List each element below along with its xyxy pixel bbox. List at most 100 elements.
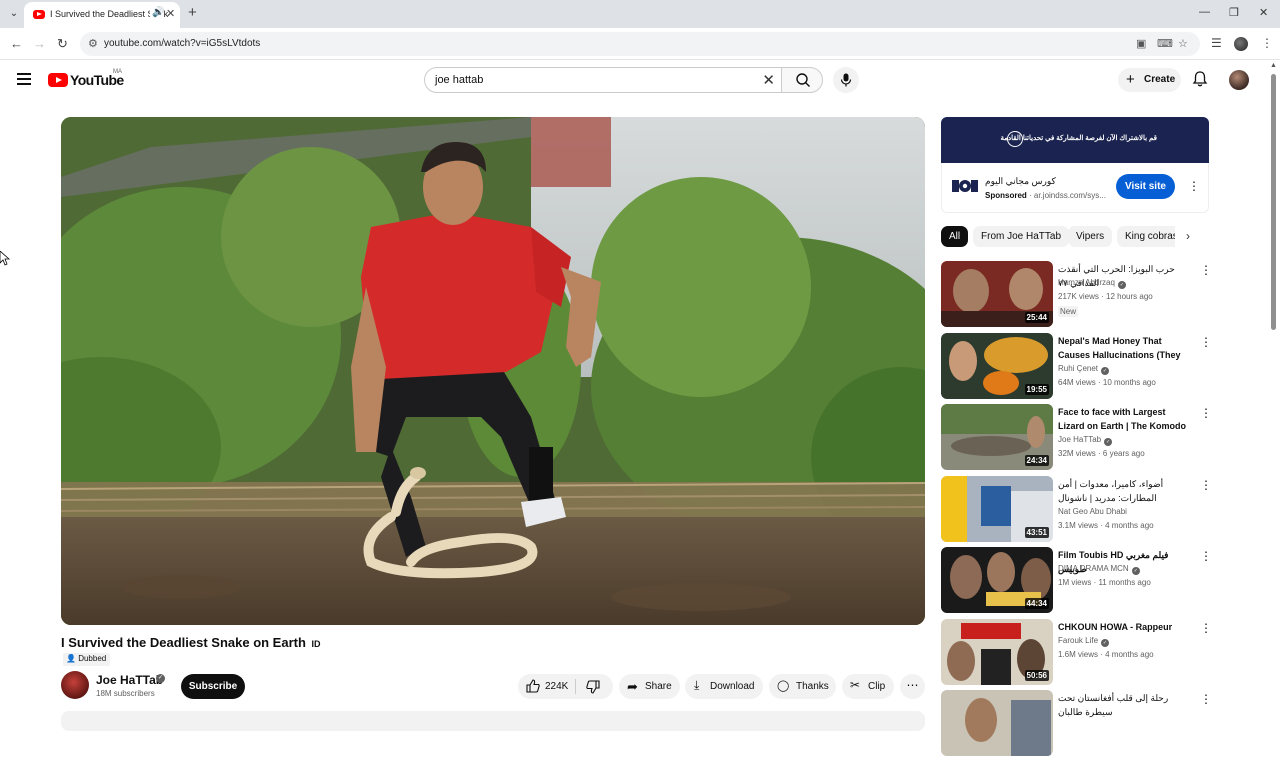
- kebab-menu-icon[interactable]: ⋮: [1200, 478, 1212, 492]
- channel-name[interactable]: Nat Geo Abu Dhabi: [1058, 507, 1127, 516]
- ad-banner-text: قم بالاشتراك الآن لفرصة المشاركة في تحدي…: [1000, 135, 1158, 142]
- create-button[interactable]: + Create: [1118, 68, 1181, 92]
- chevron-right-icon[interactable]: ›: [1186, 229, 1190, 243]
- video-player[interactable]: [61, 117, 925, 625]
- list-item[interactable]: 24:34 Face to face with Largest Lizard o…: [941, 404, 1216, 472]
- download-button[interactable]: ⤓ Download: [685, 674, 763, 699]
- video-thumbnail[interactable]: [941, 690, 1053, 756]
- ad-menu-icon[interactable]: ⋮: [1188, 179, 1200, 193]
- like-count[interactable]: 224K: [545, 681, 568, 692]
- video-thumbnail[interactable]: 44:34: [941, 547, 1053, 613]
- verified-check-icon: ✓: [1101, 367, 1110, 375]
- reading-list-icon[interactable]: ☰: [1211, 36, 1222, 50]
- reload-icon[interactable]: ↻: [57, 36, 68, 52]
- search-input[interactable]: joe hattab ✕: [424, 67, 782, 93]
- video-meta: 64M views · 10 months ago: [1058, 378, 1156, 387]
- translate-icon[interactable]: ⌨: [1157, 37, 1173, 50]
- voice-search-button[interactable]: [833, 67, 859, 93]
- subscribe-button[interactable]: Subscribe: [181, 674, 245, 699]
- kebab-menu-icon[interactable]: ⋮: [1200, 621, 1212, 635]
- video-thumbnail[interactable]: 50:56: [941, 619, 1053, 685]
- video-duration: 25:44: [1024, 312, 1049, 323]
- ad-card[interactable]: كورس مجاني اليوم Sponsored · ar.joindss.…: [941, 163, 1209, 213]
- mouse-cursor-icon: [0, 251, 10, 266]
- restore-icon[interactable]: ❐: [1229, 6, 1239, 19]
- thumbs-up-icon: [526, 679, 540, 693]
- list-item[interactable]: رحلة إلى قلب أفغانستان تحت سيطرة طالبان …: [941, 690, 1216, 758]
- kebab-menu-icon[interactable]: ⋮: [1200, 406, 1212, 420]
- visit-site-button[interactable]: Visit site: [1116, 174, 1175, 199]
- like-button[interactable]: [526, 679, 540, 696]
- chip-vipers[interactable]: Vipers: [1068, 226, 1113, 247]
- channel-name[interactable]: Joe HaTTab: [96, 673, 163, 687]
- list-item[interactable]: 25:44 حرب البويزا: الحرب التي أنقذت القذ…: [941, 261, 1216, 329]
- tab-close-icon[interactable]: ✕: [166, 7, 175, 20]
- channel-name[interactable]: DIMA DRAMA MCN ✓: [1058, 564, 1140, 575]
- chip-all[interactable]: All: [941, 226, 969, 247]
- account-avatar[interactable]: [1229, 70, 1249, 90]
- url-text[interactable]: youtube.com/watch?v=iG5sLVtdots: [104, 38, 260, 49]
- notifications-bell-icon[interactable]: [1191, 70, 1209, 88]
- video-title[interactable]: Nepal's Mad Honey That Causes Hallucinat…: [1058, 334, 1188, 362]
- new-tab-icon[interactable]: +: [188, 4, 197, 21]
- ad-title[interactable]: كورس مجاني اليوم: [985, 176, 1056, 187]
- browser-menu-icon[interactable]: ⋮: [1261, 36, 1273, 50]
- search-button[interactable]: [781, 67, 823, 93]
- minimize-icon[interactable]: —: [1199, 6, 1210, 18]
- clip-button[interactable]: ✂ Clip: [842, 674, 894, 699]
- chip-king-cobras[interactable]: King cobras: [1117, 226, 1175, 247]
- video-title: I Survived the Deadliest Snake on Earth …: [61, 635, 321, 650]
- share-button[interactable]: ➦ Share: [619, 674, 680, 699]
- chip-from-channel[interactable]: From Joe HaTTab: [973, 226, 1070, 247]
- thanks-button[interactable]: ◯ Thanks: [769, 674, 836, 699]
- video-thumbnail[interactable]: 43:51: [941, 476, 1053, 542]
- channel-name[interactable]: Farouk Life ✓: [1058, 636, 1110, 647]
- list-item[interactable]: 19:55 Nepal's Mad Honey That Causes Hall…: [941, 333, 1216, 401]
- video-thumbnail[interactable]: 25:44: [941, 261, 1053, 327]
- page-scrollbar[interactable]: ▲: [1268, 60, 1280, 720]
- list-item[interactable]: 50:56 CHKOUN HOWA - Rappeur Farouk Life ✓…: [941, 619, 1216, 687]
- guide-menu-icon[interactable]: [17, 73, 31, 85]
- site-info-icon[interactable]: ⚙: [88, 37, 98, 50]
- channel-name[interactable]: Ruhi Çenet ✓: [1058, 364, 1110, 375]
- channel-name[interactable]: Hamza Abdrzaq ✓: [1058, 278, 1126, 289]
- window-close-icon[interactable]: ✕: [1259, 6, 1268, 19]
- video-thumbnail[interactable]: 19:55: [941, 333, 1053, 399]
- ad-banner-image[interactable]: قم بالاشتراك الآن لفرصة المشاركة في تحدي…: [941, 117, 1209, 163]
- clip-label: Clip: [868, 681, 886, 692]
- scrollbar-thumb[interactable]: [1271, 74, 1276, 330]
- video-title[interactable]: CHKOUN HOWA - Rappeur: [1058, 620, 1188, 634]
- kebab-menu-icon[interactable]: ⋮: [1200, 549, 1212, 563]
- kebab-menu-icon[interactable]: ⋮: [1200, 263, 1212, 277]
- install-app-icon[interactable]: ▣: [1136, 37, 1146, 50]
- list-item[interactable]: 43:51 أضواء، كاميرا، معدوات | أمن المطار…: [941, 476, 1216, 544]
- verified-check-icon: ✓: [156, 674, 165, 683]
- list-item[interactable]: 44:34 Film Toubis HD فيلم مغربي طوبيس DI…: [941, 547, 1216, 615]
- search-query[interactable]: joe hattab: [435, 74, 483, 86]
- address-bar[interactable]: ⚙ youtube.com/watch?v=iG5sLVtdots ▣ ⌨ ☆: [80, 32, 1200, 56]
- kebab-menu-icon[interactable]: ⋮: [1200, 692, 1212, 706]
- kebab-menu-icon[interactable]: ⋮: [1200, 335, 1212, 349]
- scroll-up-icon[interactable]: ▲: [1270, 62, 1277, 69]
- like-dislike-group: 224K: [518, 674, 613, 699]
- tab-audio-icon[interactable]: 🔊: [150, 7, 165, 18]
- video-meta: 1.6M views · 4 months ago: [1058, 650, 1154, 659]
- video-meta: 3.1M views · 4 months ago: [1058, 521, 1154, 530]
- dislike-button[interactable]: [586, 680, 600, 697]
- description-box[interactable]: [61, 711, 925, 731]
- video-thumbnail[interactable]: 24:34: [941, 404, 1053, 470]
- tab-search-chevron-icon[interactable]: ⌄: [6, 6, 22, 22]
- more-actions-button[interactable]: ⋯: [900, 674, 925, 699]
- clear-search-icon[interactable]: ✕: [762, 71, 775, 89]
- channel-avatar[interactable]: [61, 671, 89, 699]
- forward-icon[interactable]: →: [33, 36, 46, 51]
- video-title[interactable]: رحلة إلى قلب أفغانستان تحت سيطرة طالبان: [1058, 691, 1188, 719]
- video-title[interactable]: Face to face with Largest Lizard on Eart…: [1058, 405, 1188, 433]
- bookmark-star-icon[interactable]: ☆: [1178, 37, 1188, 50]
- video-title[interactable]: أضواء، كاميرا، معدوات | أمن المطارات: مد…: [1058, 477, 1188, 505]
- verified-check-icon: ✓: [1117, 281, 1126, 289]
- browser-tab-active[interactable]: I Survived the Deadliest Snake on Earth …: [24, 2, 180, 28]
- browser-profile-avatar[interactable]: [1234, 37, 1248, 51]
- channel-name[interactable]: Joe HaTTab ✓: [1058, 435, 1113, 446]
- back-icon[interactable]: ←: [10, 36, 23, 51]
